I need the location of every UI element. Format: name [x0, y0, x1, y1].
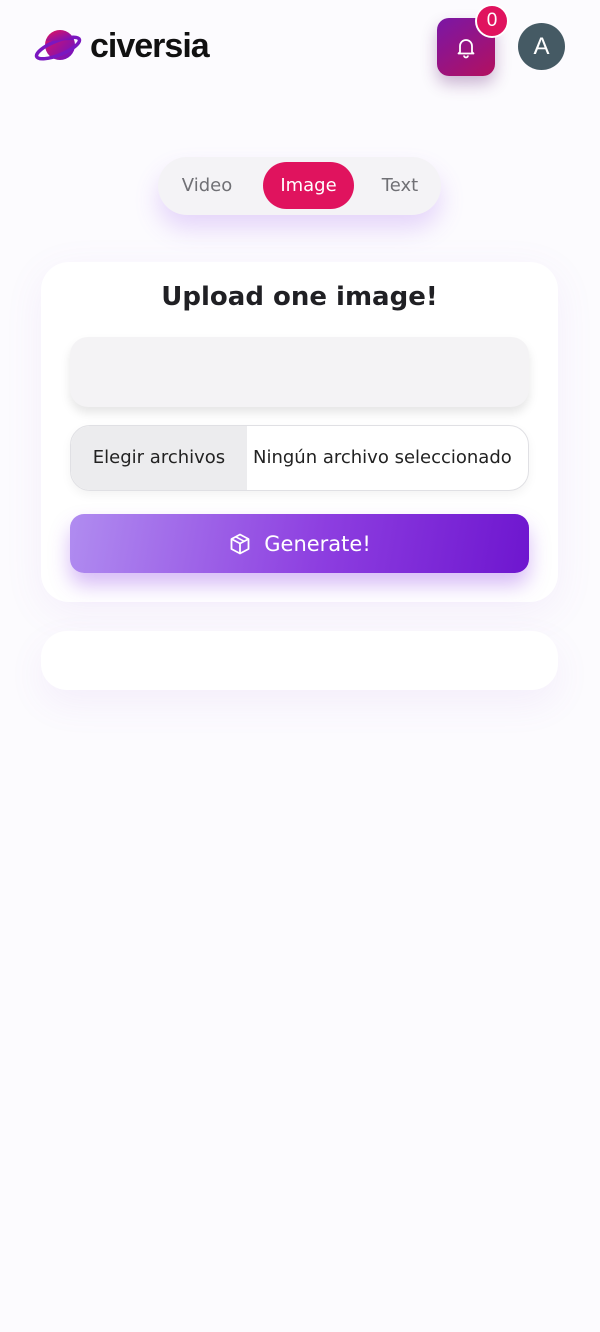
mode-tabs: Video Image Text — [158, 157, 441, 215]
tab-video[interactable]: Video — [166, 162, 248, 209]
prompt-input[interactable] — [70, 337, 529, 407]
brand-name: civersia — [90, 27, 210, 65]
generate-label: Generate! — [264, 531, 371, 556]
file-status-text: Ningún archivo seleccionado — [253, 447, 512, 468]
upload-card: Upload one image! Elegir archivos Ningún… — [41, 262, 558, 602]
tab-image[interactable]: Image — [263, 162, 354, 209]
output-panel — [41, 631, 558, 690]
tab-text[interactable]: Text — [368, 162, 432, 209]
card-title: Upload one image! — [161, 282, 438, 312]
cube-icon — [230, 533, 250, 554]
generate-button[interactable]: Generate! — [70, 514, 529, 573]
user-avatar[interactable]: A — [518, 23, 565, 70]
file-input[interactable]: Elegir archivos Ningún archivo seleccion… — [70, 425, 529, 491]
brand-logo[interactable]: civersia — [34, 24, 210, 68]
choose-files-button[interactable]: Elegir archivos — [71, 426, 247, 490]
notification-count-badge: 0 — [475, 4, 509, 38]
planet-logo-icon — [34, 30, 82, 61]
bell-icon — [457, 39, 475, 59]
